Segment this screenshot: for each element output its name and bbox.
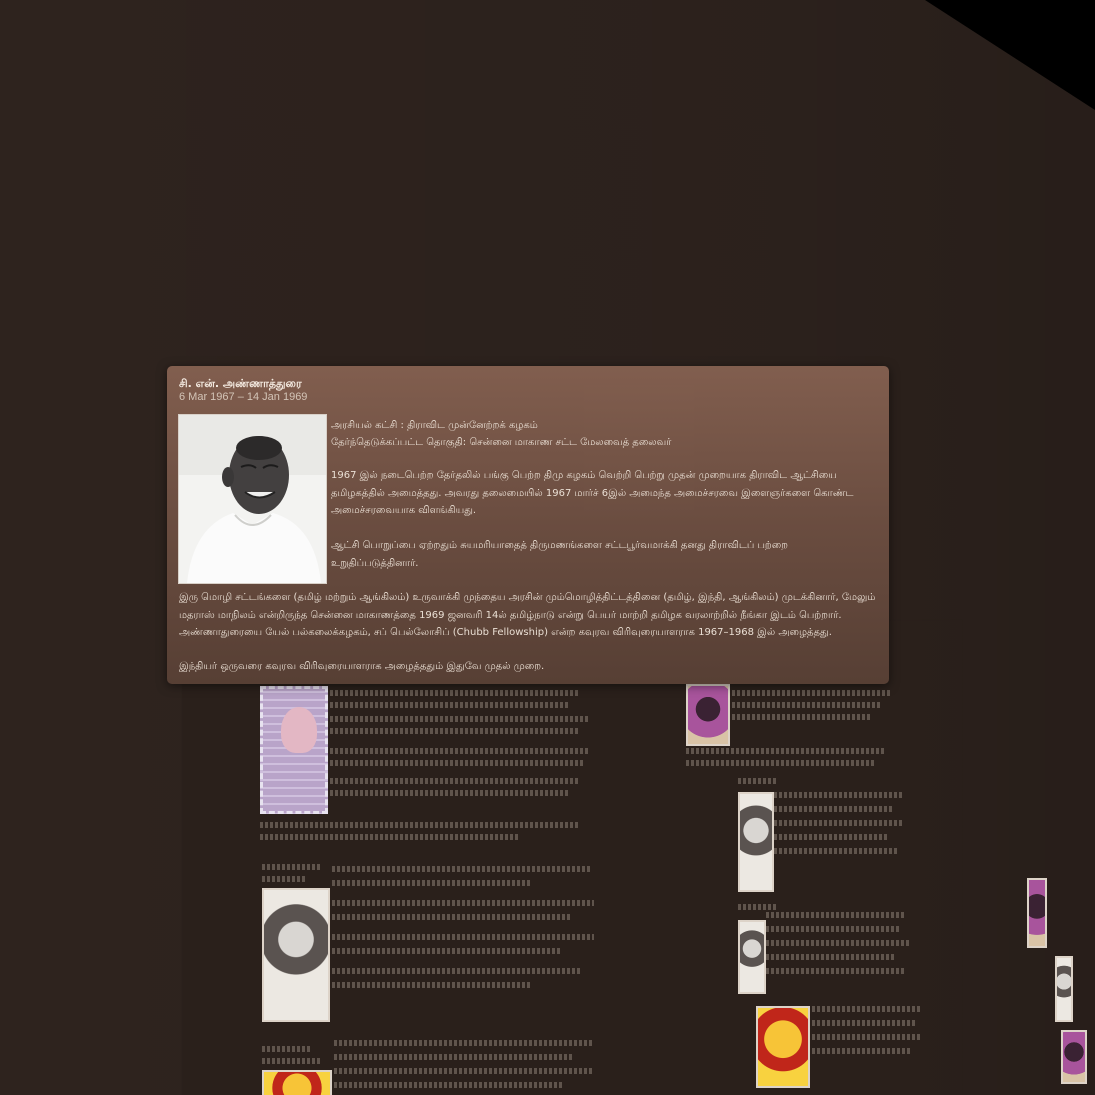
text-line: [334, 1082, 564, 1088]
timeline-scene: சி. என். அண்ணாத்துரை 6 Mar 1967 – 14 Jan…: [0, 0, 1095, 1095]
text-line: [332, 880, 532, 886]
entry-date-line: [262, 1058, 322, 1064]
bio-line: உறுதிப்படுத்தினார்.: [331, 557, 419, 569]
bio-line: மதராஸ் மாநிலம் என்றிருந்த சென்னை மாகாணத்…: [179, 609, 842, 621]
leader-detail-popup: சி. என். அண்ணாத்துரை 6 Mar 1967 – 14 Jan…: [167, 366, 889, 684]
text-line: [330, 702, 570, 708]
text-line: [812, 1020, 917, 1026]
bio-line: அமைச்சரவையாக விளங்கியது.: [331, 505, 477, 516]
text-line: [330, 760, 585, 766]
portrait-image: [262, 1070, 332, 1095]
text-line: [774, 848, 899, 854]
text-line: [330, 790, 570, 796]
text-line: [766, 912, 906, 918]
bio-paragraph-3: இரு மொழி சட்டங்களை (தமிழ் மற்றும் ஆங்கில…: [179, 589, 884, 642]
portrait-image: [756, 1006, 810, 1088]
text-line: [334, 1040, 594, 1046]
text-line: [812, 1048, 912, 1054]
bio-line: இரு மொழி சட்டங்களை (தமிழ் மற்றும் ஆங்கில…: [179, 592, 876, 603]
entry-title-line: [738, 778, 778, 784]
text-line: [332, 866, 592, 872]
text-line: [334, 1054, 574, 1060]
entry-date-line: [262, 876, 307, 882]
text-line: [332, 900, 594, 906]
party-line: அரசியல் கட்சி : திராவிட முன்னேற்றக் கழகம…: [331, 420, 538, 431]
text-line: [260, 834, 520, 840]
text-line: [774, 806, 894, 812]
text-line: [332, 948, 562, 954]
bio-line: தமிழகத்தில் அமைத்தது. அவரது தலைமையில் 19…: [331, 487, 854, 499]
portrait-image: [738, 792, 774, 892]
text-line: [774, 792, 904, 798]
bio-paragraph-2: ஆட்சி பொறுப்பை ஏற்றதும் சுயமரியாதைத் திர…: [331, 537, 871, 572]
portrait-image: [262, 888, 330, 1022]
text-line: [732, 690, 892, 696]
text-line: [774, 820, 904, 826]
leader-portrait: [178, 414, 327, 584]
text-line: [732, 702, 882, 708]
leader-name: சி. என். அண்ணாத்துரை: [179, 377, 302, 390]
background-thumbnail[interactable]: [1061, 1030, 1087, 1084]
text-line: [332, 934, 594, 940]
text-line: [732, 714, 872, 720]
text-line: [330, 690, 580, 696]
text-line: [332, 982, 532, 988]
constituency-line: தேர்ந்தெடுக்கப்பட்ட தொகுதி: சென்னை மாகாண…: [331, 437, 672, 448]
bio-paragraph-1: 1967 இல் நடைபெற்ற தேர்தலில் பங்கு பெற்ற …: [331, 467, 871, 520]
text-line: [766, 954, 896, 960]
entry-title-line: [262, 864, 322, 870]
bio-line: அண்ணாதுரையை யேல் பல்கலைக்கழகம், சப் பெல்…: [179, 627, 832, 638]
text-line: [330, 716, 590, 722]
text-line: [766, 940, 911, 946]
bio-paragraph-4: இந்தியர் ஒருவரை கவுரவ விரிவுரையாளராக அழை…: [179, 661, 545, 672]
bio-line: ஆட்சி பொறுப்பை ஏற்றதும் சுயமரியாதைத் திர…: [331, 540, 788, 551]
term-dates: 6 Mar 1967 – 14 Jan 1969: [179, 391, 308, 403]
text-line: [330, 778, 580, 784]
text-line: [330, 728, 580, 734]
portrait-image: [686, 684, 730, 746]
text-line: [774, 834, 889, 840]
background-thumbnail[interactable]: [1055, 956, 1073, 1022]
portrait-image: [738, 920, 766, 994]
background-thumbnail[interactable]: [1027, 878, 1047, 948]
text-line: [812, 1034, 922, 1040]
text-line: [686, 760, 876, 766]
text-line: [812, 1006, 922, 1012]
bio-line: 1967 இல் நடைபெற்ற தேர்தலில் பங்கு பெற்ற …: [331, 470, 837, 481]
entry-title-line: [262, 1046, 312, 1052]
text-line: [332, 914, 572, 920]
text-line: [766, 968, 906, 974]
entry-title-line: [738, 904, 778, 910]
text-line: [260, 822, 580, 828]
text-line: [330, 748, 590, 754]
text-line: [766, 926, 901, 932]
text-line: [686, 748, 886, 754]
text-line: [334, 1068, 594, 1074]
leader-meta: அரசியல் கட்சி : திராவிட முன்னேற்றக் கழகம…: [331, 417, 871, 451]
stamp-image: [260, 686, 328, 814]
text-line: [332, 968, 582, 974]
